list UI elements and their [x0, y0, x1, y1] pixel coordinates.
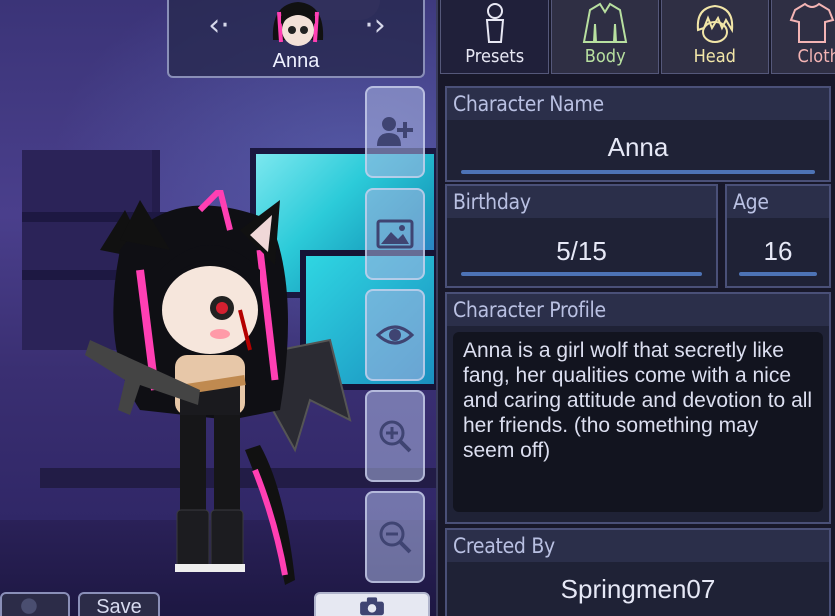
- chevron-right-icon[interactable]: ·›: [355, 4, 395, 48]
- character-avatar[interactable]: [267, 0, 329, 50]
- field-caption: Birthday: [447, 186, 716, 218]
- chevron-left-icon[interactable]: ‹·: [199, 4, 239, 48]
- tab-cloth[interactable]: Cloth: [770, 0, 835, 74]
- profile-panel: Presets Body Head Cloth Character Name A…: [436, 0, 835, 616]
- zoom-in-button[interactable]: [365, 390, 425, 482]
- field-caption: Character Name: [447, 88, 829, 120]
- input-underline: [461, 170, 815, 174]
- character-selector: ‹· ·› Anna: [167, 0, 425, 78]
- background-button[interactable]: [365, 188, 425, 280]
- created-by-value[interactable]: Springmen07: [447, 574, 829, 605]
- mannequin-icon: [485, 3, 504, 43]
- selected-character-name: Anna: [272, 50, 320, 72]
- add-user-button[interactable]: [365, 86, 425, 178]
- view-button[interactable]: [365, 289, 425, 381]
- tab-label: Cloth: [797, 46, 835, 67]
- character-slot-button[interactable]: [0, 592, 70, 616]
- hair-icon: [696, 4, 733, 43]
- image-icon: [376, 219, 414, 249]
- character-sprite[interactable]: [80, 190, 360, 590]
- zoom-out-button[interactable]: [365, 491, 425, 583]
- field-caption: Age: [727, 186, 829, 218]
- tab-presets[interactable]: Presets: [440, 0, 550, 74]
- shirt-icon: [789, 2, 834, 43]
- character-name-field: Character Name Anna: [445, 86, 831, 182]
- tab-body[interactable]: Body: [551, 0, 659, 74]
- birthday-field: Birthday 5/15: [445, 184, 718, 288]
- age-value[interactable]: 16: [727, 236, 829, 267]
- character-profile-field: Character Profile Anna is a girl wolf th…: [445, 292, 831, 524]
- birthday-value[interactable]: 5/15: [447, 236, 716, 267]
- tab-head[interactable]: Head: [660, 0, 769, 74]
- eye-icon: [375, 325, 415, 345]
- character-name-value[interactable]: Anna: [447, 132, 829, 163]
- jacket-icon: [583, 2, 628, 43]
- age-field: Age 16: [725, 184, 831, 288]
- add-user-icon: [377, 117, 413, 146]
- save-label: Save: [96, 596, 142, 616]
- tab-label: Head: [693, 46, 736, 67]
- created-by-field: Created By Springmen07: [445, 528, 831, 616]
- field-caption: Created By: [447, 530, 829, 562]
- field-caption: Character Profile: [447, 294, 829, 326]
- character-profile-text[interactable]: Anna is a girl wolf that secretly like f…: [453, 332, 823, 512]
- input-underline: [739, 272, 817, 276]
- tab-label: Presets: [465, 46, 525, 67]
- category-tabs: Presets Body Head Cloth: [438, 0, 835, 74]
- input-underline: [461, 272, 702, 276]
- save-button[interactable]: Save: [78, 592, 160, 616]
- camera-icon: [360, 597, 384, 616]
- camera-button[interactable]: [314, 592, 430, 616]
- zoom-out-icon: [379, 521, 412, 554]
- tab-label: Body: [584, 46, 626, 67]
- zoom-in-icon: [379, 420, 412, 453]
- user-icon: [21, 598, 37, 614]
